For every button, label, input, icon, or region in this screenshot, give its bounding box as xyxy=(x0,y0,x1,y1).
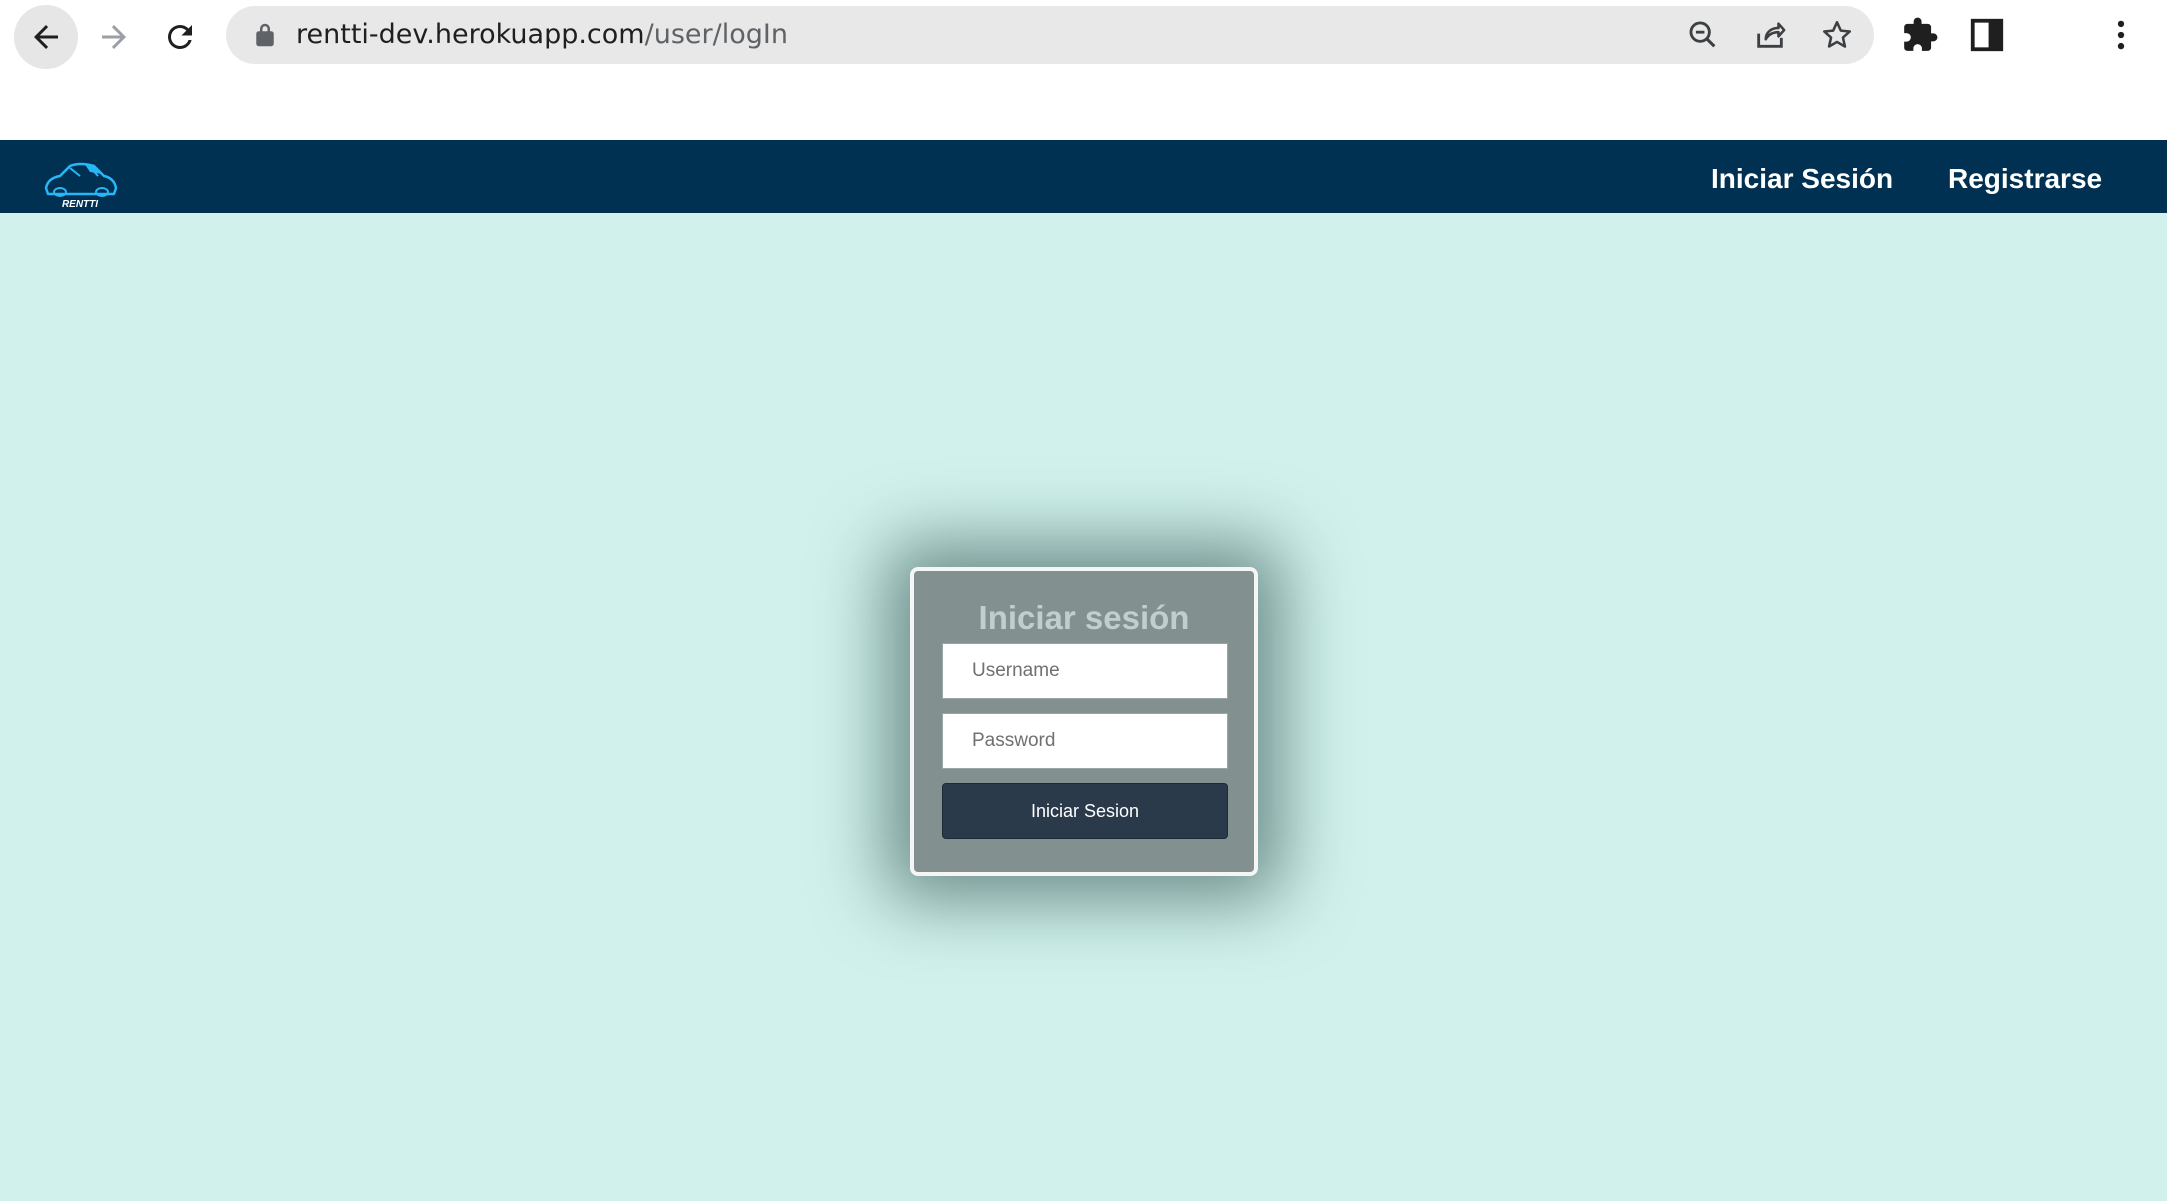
login-title: Iniciar sesión xyxy=(978,599,1190,636)
lock-icon[interactable] xyxy=(250,20,280,50)
password-input[interactable] xyxy=(942,713,1228,769)
browser-menu-button[interactable] xyxy=(2102,16,2140,54)
nav-link-registrarse[interactable]: Registrarse xyxy=(1948,140,2102,213)
forward-arrow-icon xyxy=(102,25,126,49)
kebab-menu-icon xyxy=(2117,20,2125,50)
star-icon xyxy=(1822,20,1852,48)
side-panel-button[interactable] xyxy=(1968,16,2006,54)
back-arrow-icon xyxy=(34,25,58,49)
side-panel-icon xyxy=(1970,18,2004,52)
browser-toolbar: rentti-dev.herokuapp.com/user/logIn xyxy=(0,0,2167,140)
back-button[interactable] xyxy=(14,5,78,69)
car-logo-icon: RENTTI xyxy=(44,162,118,210)
zoom-button[interactable] xyxy=(1686,18,1720,52)
zoom-out-icon xyxy=(1689,21,1716,48)
share-button[interactable] xyxy=(1753,18,1787,52)
reload-icon xyxy=(168,24,192,49)
forward-button[interactable] xyxy=(82,5,146,69)
url-host: rentti-dev.herokuapp.com xyxy=(296,19,645,50)
page-content: Iniciar sesión Iniciar Sesion xyxy=(0,213,2167,1201)
puzzle-icon xyxy=(1904,17,1938,51)
logo-text: RENTTI xyxy=(62,199,98,210)
reload-button[interactable] xyxy=(148,5,212,69)
login-submit-button[interactable]: Iniciar Sesion xyxy=(942,783,1228,839)
url-path: /user/logIn xyxy=(644,19,788,50)
bookmark-button[interactable] xyxy=(1820,18,1854,52)
site-navbar: RENTTI Iniciar Sesión Registrarse xyxy=(0,140,2167,213)
username-input[interactable] xyxy=(942,643,1228,699)
url-text[interactable]: rentti-dev.herokuapp.com/user/logIn xyxy=(296,6,788,64)
nav-link-iniciar-sesion[interactable]: Iniciar Sesión xyxy=(1711,140,1893,213)
address-bar[interactable]: rentti-dev.herokuapp.com/user/logIn xyxy=(226,6,1874,64)
extensions-button[interactable] xyxy=(1901,16,1939,54)
rentti-logo[interactable]: RENTTI xyxy=(40,154,120,210)
login-card: Iniciar sesión Iniciar Sesion xyxy=(910,567,1258,876)
share-icon xyxy=(1757,22,1786,48)
